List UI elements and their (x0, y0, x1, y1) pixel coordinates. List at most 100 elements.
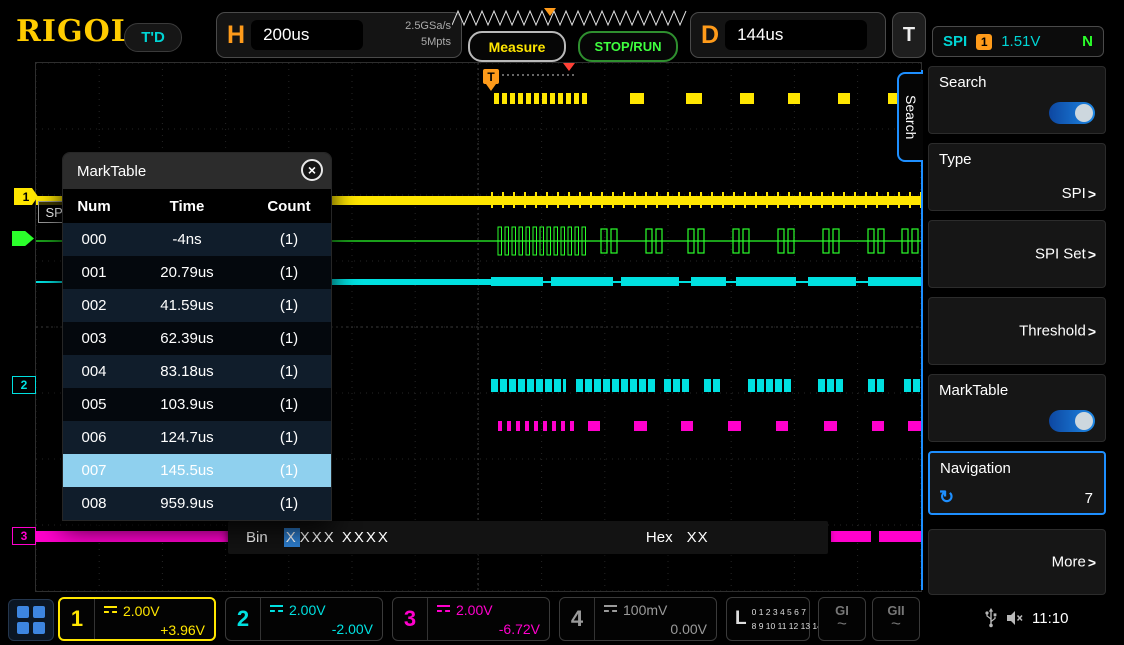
marktable-toggle[interactable] (1049, 410, 1095, 432)
bin-cursor: X (284, 528, 300, 547)
table-cell: 004 (63, 363, 125, 380)
menu-item-spi-set[interactable]: SPI Set > (928, 220, 1106, 288)
measure-button[interactable]: Measure (468, 31, 566, 62)
trigger-level: 1.51V (1001, 33, 1040, 50)
table-cell: 002 (63, 297, 125, 314)
trigger-info-box[interactable]: SPI 1 1.51V N (932, 26, 1104, 57)
table-cell: 007 (63, 462, 125, 479)
sidebar-tab-search[interactable]: Search (897, 72, 923, 162)
trigger-type: SPI (943, 33, 967, 50)
trigger-menu-button[interactable]: T (892, 12, 926, 58)
table-cell: 001 (63, 264, 125, 281)
logic-label: L (735, 608, 747, 630)
table-cell: -4ns (125, 231, 249, 248)
chevron-right-icon: > (1088, 323, 1096, 339)
channel2-scale: 2.00V (289, 602, 326, 618)
channel3-marker[interactable]: 3 (12, 527, 36, 545)
channel1-scale: 2.00V (123, 603, 160, 619)
channel4-offset: 0.00V (604, 621, 707, 637)
channel1-number: 1 (60, 599, 95, 639)
bus-decode-bar: Bin XXXX XXXX Hex XX (228, 521, 828, 554)
trigger-status-badge: T'D (124, 23, 182, 52)
mark-table-titlebar: MarkTable × (63, 153, 331, 189)
channel1-offset: +3.96V (104, 622, 205, 638)
channel4-number: 4 (560, 598, 595, 640)
bin-value: XXXX XXXX (284, 529, 390, 546)
sample-rate: 2.5GSa/s (405, 20, 451, 32)
channel3-status-box[interactable]: 3 2.00V -6.72V (392, 597, 550, 641)
dc-coupling-icon (437, 605, 450, 615)
menu-item-search[interactable]: Search (928, 66, 1106, 134)
table-row[interactable]: 005103.9us(1) (63, 388, 331, 421)
type-value: SPI (1062, 185, 1086, 202)
channel2-number: 2 (226, 598, 261, 640)
hex-value: XX (687, 529, 709, 546)
delay-control[interactable]: D 144us (690, 12, 886, 58)
close-icon[interactable]: × (301, 159, 323, 181)
logic-analyzer-status-box[interactable]: L 0 1 2 3 4 5 6 7 8 9 10 11 12 13 14 15 (726, 597, 810, 641)
table-row[interactable]: 006124.7us(1) (63, 421, 331, 454)
channel2-offset: -2.00V (270, 621, 373, 637)
channel3-offset: -6.72V (437, 621, 540, 637)
table-cell: 005 (63, 396, 125, 413)
chevron-right-icon: > (1088, 246, 1096, 262)
table-cell: (1) (249, 462, 329, 479)
table-cell: (1) (249, 495, 329, 512)
dc-coupling-icon (604, 605, 617, 615)
stop-run-button[interactable]: STOP/RUN (578, 31, 678, 62)
delay-value[interactable]: 144us (725, 20, 867, 50)
channel2-marker[interactable]: 2 (12, 376, 36, 394)
h-label: H (227, 21, 245, 50)
channel3-scale: 2.00V (456, 602, 493, 618)
clock: 11:10 (1032, 610, 1068, 627)
menu-item-navigation[interactable]: Navigation ↻ 7 (928, 451, 1106, 515)
bin-label: Bin (246, 529, 268, 546)
menu-item-threshold[interactable]: Threshold > (928, 297, 1106, 365)
timebase-value[interactable]: 200us (251, 20, 363, 50)
navigation-label: Navigation (940, 460, 1011, 477)
table-row[interactable]: 00120.79us(1) (63, 256, 331, 289)
table-cell: 41.59us (125, 297, 249, 314)
table-row[interactable]: 00362.39us(1) (63, 322, 331, 355)
table-cell: (1) (249, 231, 329, 248)
table-row[interactable]: 000-4ns(1) (63, 223, 331, 256)
hex-label: Hex (646, 529, 673, 546)
table-row[interactable]: 007145.5us(1) (63, 454, 331, 487)
trigger-mode: N (1082, 33, 1093, 50)
oscilloscope-screen: RIGOL T'D H 200us 2.5GSa/s 5Mpts Measure… (0, 0, 1124, 645)
generator1-box[interactable]: GI ~ (818, 597, 866, 641)
column-header-num: Num (63, 198, 125, 215)
decode-bus-marker[interactable] (12, 231, 34, 246)
table-cell: 008 (63, 495, 125, 512)
usb-icon (984, 608, 998, 628)
channel2-status-box[interactable]: 2 2.00V -2.00V (225, 597, 383, 641)
menu-item-marktable[interactable]: MarkTable (928, 374, 1106, 442)
navigation-icon: ↻ (939, 487, 954, 508)
dc-coupling-icon (270, 605, 283, 615)
mark-table-window: MarkTable × Num Time Count 000-4ns(1)001… (62, 152, 332, 521)
trigger-source-badge: 1 (976, 34, 992, 50)
desktop-menu-button[interactable] (8, 599, 54, 641)
table-cell: (1) (249, 363, 329, 380)
horizontal-position-indicator[interactable] (452, 7, 692, 29)
grid-icon (33, 622, 45, 634)
generator2-box[interactable]: GII ~ (872, 597, 920, 641)
chevron-right-icon: > (1088, 186, 1096, 202)
table-row[interactable]: 00241.59us(1) (63, 289, 331, 322)
channel1-status-box[interactable]: 1 2.00V +3.96V (58, 597, 216, 641)
search-toggle[interactable] (1049, 102, 1095, 124)
sine-icon: ~ (873, 618, 919, 630)
table-cell: 62.39us (125, 330, 249, 347)
horizontal-timebase-control[interactable]: H 200us 2.5GSa/s 5Mpts (216, 12, 462, 58)
table-row[interactable]: 008959.9us(1) (63, 487, 331, 520)
memory-depth: 5Mpts (421, 36, 451, 48)
table-cell: 103.9us (125, 396, 249, 413)
channel4-status-box[interactable]: 4 100mV 0.00V (559, 597, 717, 641)
logic-channels-row1: 0 1 2 3 4 5 6 7 (752, 607, 806, 617)
menu-item-type[interactable]: Type SPI > (928, 143, 1106, 211)
table-cell: (1) (249, 264, 329, 281)
chevron-right-icon: > (1088, 554, 1096, 570)
menu-item-more[interactable]: More > (928, 529, 1106, 595)
table-row[interactable]: 00483.18us(1) (63, 355, 331, 388)
bin-rest: XXX XXXX (300, 529, 390, 546)
